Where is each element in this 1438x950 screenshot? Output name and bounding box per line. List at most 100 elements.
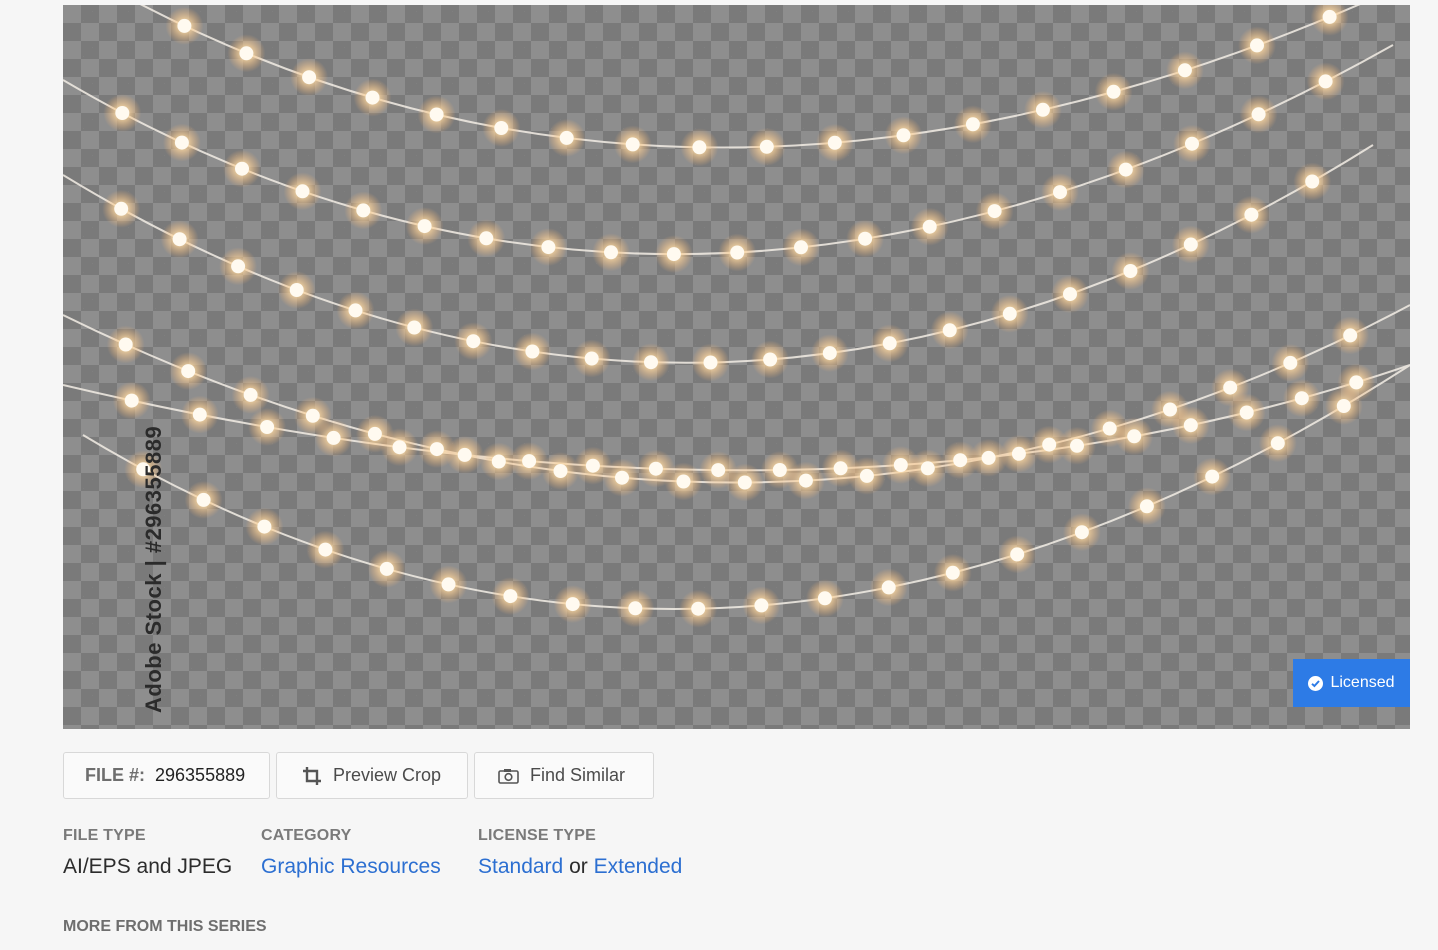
bulb	[1244, 207, 1259, 222]
license-type-value: Standard or Extended	[478, 855, 682, 879]
bulb	[1118, 162, 1133, 177]
bulb	[365, 90, 380, 105]
bulb	[1063, 287, 1077, 302]
file-number-label: FILE #:	[85, 765, 146, 785]
bulb	[942, 323, 957, 338]
bulb	[1183, 418, 1198, 433]
licensed-badge: Licensed	[1293, 659, 1410, 707]
bulb	[494, 121, 509, 135]
find-similar-button[interactable]: Find Similar	[474, 752, 654, 799]
bulb	[565, 597, 580, 612]
bulb	[711, 463, 726, 478]
crop-icon	[303, 766, 321, 785]
bulb	[305, 408, 320, 423]
bulb	[525, 344, 540, 359]
bulb	[922, 219, 937, 234]
bulb	[648, 461, 663, 476]
bulb	[585, 458, 600, 473]
license-extended-link[interactable]: Extended	[594, 855, 683, 878]
bulb	[174, 135, 189, 150]
bulb	[295, 184, 310, 199]
bulb	[754, 598, 769, 613]
bulb	[326, 430, 341, 445]
find-similar-label: Find Similar	[530, 765, 626, 785]
bulb	[348, 303, 363, 318]
bulb	[737, 475, 752, 490]
bulb	[1074, 525, 1089, 540]
bulb	[318, 542, 333, 557]
license-type-label: LICENSE TYPE	[478, 827, 596, 844]
bulb	[1053, 185, 1067, 200]
more-from-series-heading: MORE FROM THIS SERIES	[63, 918, 267, 935]
bulb	[859, 468, 874, 483]
bulb	[817, 591, 832, 606]
bulb	[392, 440, 407, 455]
bulb	[243, 387, 258, 402]
license-standard-link[interactable]: Standard	[478, 855, 563, 878]
bulb	[479, 231, 494, 246]
bulb	[407, 320, 422, 335]
bulb	[1294, 391, 1309, 406]
bulb	[1139, 499, 1154, 514]
check-icon	[1308, 675, 1324, 691]
bulb	[1123, 264, 1138, 278]
bulb	[235, 161, 249, 176]
bulb	[522, 454, 537, 469]
bulb	[172, 232, 187, 247]
bulb	[192, 407, 207, 422]
bulb	[367, 426, 382, 441]
bulb	[441, 577, 456, 592]
bulb	[1042, 437, 1057, 452]
bulb	[196, 492, 211, 507]
image-preview[interactable]: Adobe Stock | #296355889	[63, 5, 1410, 729]
bulb	[457, 447, 472, 462]
bulb	[1305, 174, 1320, 189]
string-lights-image	[63, 5, 1410, 628]
bulb	[1183, 237, 1198, 252]
preview-crop-label: Preview Crop	[333, 765, 442, 785]
bulb	[1010, 547, 1025, 562]
bulb	[541, 240, 556, 255]
side-watermark: Adobe Stock | #296355889	[141, 425, 166, 713]
bulb	[503, 589, 518, 604]
bulb	[181, 364, 196, 379]
bulb	[553, 464, 568, 478]
bulb	[559, 130, 574, 145]
bulb	[239, 46, 254, 61]
bulb	[798, 473, 813, 488]
bulb	[604, 245, 618, 260]
bulb	[615, 470, 629, 485]
bulb	[628, 601, 643, 616]
bulb	[491, 454, 506, 469]
bulb	[981, 450, 996, 465]
bulb	[827, 135, 842, 150]
bulb	[1070, 438, 1084, 453]
bulb	[1106, 84, 1121, 99]
bulb	[584, 351, 599, 366]
bulb	[1011, 446, 1026, 461]
preview-crop-button[interactable]: Preview Crop	[276, 752, 468, 799]
bulb	[1336, 399, 1351, 413]
bulb	[114, 201, 129, 216]
bulb	[953, 453, 968, 468]
bulb	[302, 70, 317, 85]
bulb	[987, 204, 1002, 219]
file-number-box: FILE #: 296355889	[63, 752, 270, 799]
license-or-text: or	[569, 855, 588, 878]
category-link[interactable]: Graphic Resources	[261, 855, 441, 879]
bulb	[858, 231, 873, 246]
bulb	[822, 346, 837, 361]
category-label: CATEGORY	[261, 827, 352, 844]
bulb	[429, 107, 444, 122]
bulb	[177, 18, 192, 33]
bulb	[965, 117, 980, 132]
bulb	[115, 106, 130, 120]
bulb	[1283, 355, 1298, 370]
bulb	[1127, 429, 1142, 444]
bulb	[1035, 102, 1050, 117]
bulb	[289, 283, 304, 297]
bulb	[1349, 375, 1364, 390]
file-type-label: FILE TYPE	[63, 827, 146, 844]
bulb	[644, 355, 658, 370]
bulb	[920, 461, 935, 476]
